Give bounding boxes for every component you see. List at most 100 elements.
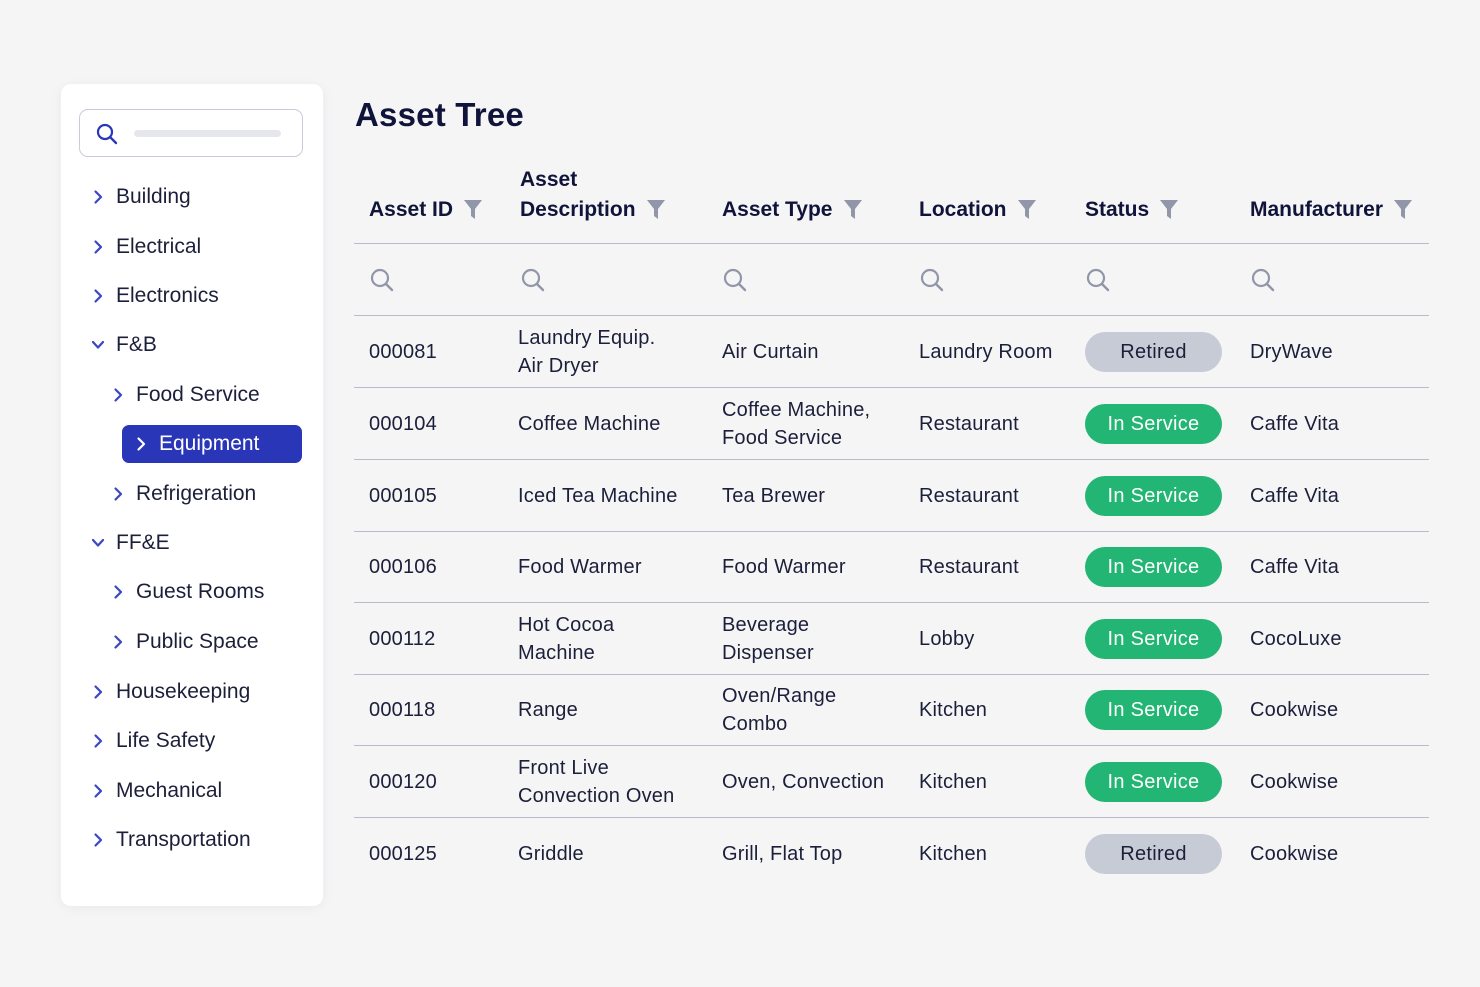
chevron-right-icon — [114, 635, 123, 649]
filter-icon[interactable] — [1017, 199, 1037, 221]
cell-manufacturer-content: DryWave — [1250, 338, 1333, 366]
status-badge: In Service — [1085, 547, 1222, 587]
cell-asset-description-text: Food Warmer — [518, 555, 642, 578]
sidebar-item-life-safety[interactable]: Life Safety — [89, 722, 215, 760]
cell-manufacturer: Cookwise — [1250, 746, 1338, 817]
cell-asset-id-text: 000104 — [369, 412, 437, 435]
sidebar-item-refrigeration[interactable]: Refrigeration — [109, 475, 256, 513]
sidebar-item-label: Equipment — [159, 432, 260, 455]
sidebar-item-guest-rooms[interactable]: Guest Rooms — [109, 573, 264, 611]
cell-asset-type-content: Food Warmer — [722, 553, 846, 581]
status-badge: In Service — [1085, 762, 1222, 802]
cell-manufacturer-content: Caffe Vita — [1250, 410, 1339, 438]
cell-asset-description-content: Front Live Convection Oven — [518, 754, 674, 810]
sidebar-item-transportation[interactable]: Transportation — [89, 821, 251, 859]
cell-asset-type-text: Oven/Range — [722, 684, 837, 707]
column-header-label: Manufacturer — [1250, 198, 1384, 221]
cell-asset-description-content: Griddle — [518, 840, 584, 868]
cell-asset-description: Iced Tea Machine — [518, 460, 678, 531]
cell-location: Restaurant — [919, 460, 1019, 531]
status-badge: In Service — [1085, 476, 1222, 516]
cell-asset-type: Tea Brewer — [722, 460, 825, 531]
sidebar-item-electronics[interactable]: Electronics — [89, 277, 219, 315]
cell-asset-description-text: Convection Oven — [518, 784, 675, 807]
cell-manufacturer: Cookwise — [1250, 818, 1338, 890]
cell-asset-type-text: Beverage — [722, 613, 810, 636]
sidebar-item-food-service[interactable]: Food Service — [109, 376, 260, 414]
sidebar-item-housekeeping[interactable]: Housekeeping — [89, 673, 250, 711]
column-header-label: Location — [919, 198, 1007, 221]
cell-manufacturer-content: Cookwise — [1250, 840, 1338, 868]
cell-asset-id-content: 000106 — [369, 553, 437, 581]
column-header-type[interactable]: Asset Type — [722, 195, 863, 225]
chevron-right-icon — [137, 437, 146, 451]
cell-asset-id: 000104 — [369, 388, 437, 459]
column-header-status[interactable]: Status — [1085, 195, 1179, 225]
cell-asset-type-content: Air Curtain — [722, 338, 819, 366]
sidebar-item-label: FF&E — [116, 531, 170, 554]
sidebar-item-f-b[interactable]: F&B — [89, 326, 157, 364]
cell-asset-description-text: Front Live — [518, 756, 609, 779]
sidebar-item-public-space[interactable]: Public Space — [109, 623, 259, 661]
column-header-label: Asset Type — [722, 198, 833, 221]
cell-asset-id-text: 000106 — [369, 555, 437, 578]
table-row[interactable]: 000118 Range Oven/Range Combo Kitchen In Serv… — [354, 674, 1429, 746]
column-search-row — [354, 244, 1429, 316]
cell-asset-id-content: 000118 — [369, 696, 435, 724]
table-row[interactable]: 000105 Iced Tea Machine Tea Brewer Restaura… — [354, 460, 1429, 532]
cell-asset-description-content: Coffee Machine — [518, 410, 661, 438]
status-badge: In Service — [1085, 690, 1222, 730]
status-badge: Retired — [1085, 834, 1222, 874]
table-row[interactable]: 000081 Laundry Equip. Air Dryer Air Curtain… — [354, 316, 1429, 388]
cell-asset-id-text: 000105 — [369, 484, 437, 507]
table-row[interactable]: 000125 Griddle Grill, Flat Top Kitchen Retir… — [354, 818, 1429, 890]
search-icon[interactable] — [919, 267, 945, 293]
sidebar-item-equipment[interactable]: Equipment — [122, 425, 302, 463]
search-placeholder-bar — [134, 130, 281, 137]
column-header-label-line: Description — [520, 198, 636, 221]
sidebar-item-label: Public Space — [136, 630, 259, 653]
filter-icon[interactable] — [646, 199, 666, 221]
sidebar-search-input[interactable] — [79, 109, 303, 157]
cell-location: Lobby — [919, 603, 975, 674]
column-header-location[interactable]: Location — [919, 195, 1037, 225]
filter-icon[interactable] — [1159, 199, 1179, 221]
cell-manufacturer: Cookwise — [1250, 674, 1338, 745]
cell-asset-id: 000081 — [369, 316, 437, 387]
cell-location-text: Kitchen — [919, 698, 988, 721]
cell-asset-id-content: 000104 — [369, 410, 437, 438]
cell-asset-description: Food Warmer — [518, 531, 642, 602]
filter-icon[interactable] — [463, 199, 483, 221]
filter-icon[interactable] — [1393, 199, 1413, 221]
cell-manufacturer: Caffe Vita — [1250, 460, 1339, 531]
table-row[interactable]: 000120 Front Live Convection Oven Oven, Con… — [354, 746, 1429, 818]
cell-manufacturer-content: Cookwise — [1250, 768, 1338, 796]
search-icon[interactable] — [369, 267, 395, 293]
cell-asset-type-content: Beverage Dispenser — [722, 611, 814, 667]
cell-asset-type: Oven/Range Combo — [722, 674, 836, 745]
sidebar-item-mechanical[interactable]: Mechanical — [89, 772, 222, 810]
search-icon[interactable] — [722, 267, 748, 293]
table-row[interactable]: 000106 Food Warmer Food Warmer Restaurant In… — [354, 531, 1429, 603]
column-header-desc[interactable]: Asset Description — [520, 165, 666, 225]
filter-icon[interactable] — [843, 199, 863, 221]
search-icon[interactable] — [1250, 267, 1276, 293]
column-header-id[interactable]: Asset ID — [369, 195, 483, 225]
column-header-manufacturer[interactable]: Manufacturer — [1250, 195, 1413, 225]
cell-manufacturer-content: Caffe Vita — [1250, 553, 1339, 581]
chevron-right-icon — [94, 833, 103, 847]
table-row[interactable]: 000104 Coffee Machine Coffee Machine, Food … — [354, 388, 1429, 460]
cell-asset-type-text: Food Warmer — [722, 555, 846, 578]
table-row[interactable]: 000112 Hot Cocoa Machine Beverage Dispenser L… — [354, 603, 1429, 675]
search-icon[interactable] — [1085, 267, 1111, 293]
cell-asset-type: Grill, Flat Top — [722, 818, 842, 890]
cell-asset-description-text: Range — [518, 698, 578, 721]
status-badge: In Service — [1085, 404, 1222, 444]
cell-location: Restaurant — [919, 388, 1019, 459]
sidebar-item-electrical[interactable]: Electrical — [89, 228, 201, 266]
cell-asset-id-text: 000081 — [369, 340, 437, 363]
sidebar-item-building[interactable]: Building — [89, 178, 191, 216]
search-icon[interactable] — [520, 267, 546, 293]
chevron-right-icon — [114, 585, 123, 599]
sidebar-item-ff-e[interactable]: FF&E — [89, 524, 170, 562]
